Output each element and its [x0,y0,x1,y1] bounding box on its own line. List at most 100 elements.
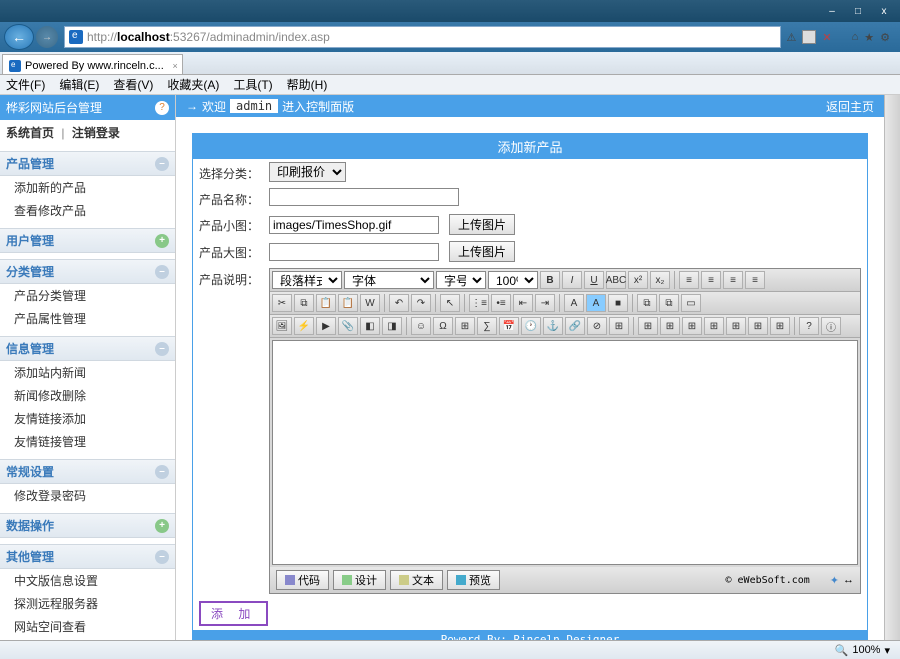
sidebar-group-header[interactable]: 信息管理– [0,336,175,361]
return-home-link[interactable]: 返回主页 [826,98,874,115]
paste-button-2[interactable]: ⧉ [659,294,679,312]
cut-button[interactable]: ✂ [272,294,292,312]
menu-view[interactable]: 查看(V) [113,76,153,93]
collapse-icon[interactable]: – [155,157,169,171]
copy-button-2[interactable]: ⧉ [637,294,657,312]
flash-button[interactable]: ⚡ [294,317,314,335]
sidebar-item[interactable]: 友情链接添加 [0,407,175,430]
tbl6-button[interactable]: ⊞ [770,317,790,335]
upload-small-button[interactable]: 上传图片 [449,214,515,235]
tab-close-button[interactable]: × [173,61,178,71]
indent-button[interactable]: ⇥ [535,294,555,312]
refresh-button[interactable] [802,30,816,44]
anchor-button[interactable]: ⚓ [543,317,563,335]
small-image-input[interactable] [269,216,439,234]
copy-button[interactable]: ⧉ [294,294,314,312]
sidebar-item[interactable]: 添加站内新闻 [0,361,175,384]
vertical-scrollbar[interactable] [884,95,900,640]
paste-button[interactable]: 📋 [316,294,336,312]
ul-button[interactable]: •≡ [491,294,511,312]
editor-canvas[interactable] [272,340,858,565]
date-button[interactable]: 📅 [499,317,519,335]
sidebar-item[interactable]: 中文版信息设置 [0,569,175,592]
backcolor-button[interactable]: A [586,294,606,312]
paste-word-button[interactable]: W [360,294,380,312]
category-select[interactable]: 印刷报价 [269,162,346,182]
eq-button[interactable]: ∑ [477,317,497,335]
symbol-button[interactable]: Ω [433,317,453,335]
editor-tab-preview[interactable]: 预览 [447,570,500,590]
tbl2-button[interactable]: ⊞ [682,317,702,335]
tbl4-button[interactable]: ⊞ [726,317,746,335]
paragraph-select[interactable]: 段落样式 [272,271,342,289]
home-icon[interactable]: ⌂ [852,31,859,43]
favorites-icon[interactable]: ★ [864,31,874,44]
editor-tab-design[interactable]: 设计 [333,570,386,590]
sidebar-group-header[interactable]: 数据操作+ [0,513,175,538]
italic-button[interactable]: I [562,271,582,289]
sidebar-item[interactable]: 查看修改产品 [0,199,175,222]
sup-button[interactable]: x² [628,271,648,289]
sidebar-item[interactable]: 新闻修改删除 [0,384,175,407]
sidebar-logout-link[interactable]: 注销登录 [72,126,120,140]
expand-icon[interactable]: + [155,519,169,533]
outdent-button[interactable]: ⇤ [513,294,533,312]
collapse-icon[interactable]: – [155,265,169,279]
sidebar-item[interactable]: 网站浏览情况 [0,638,175,640]
zoom-icon[interactable]: 🔍 [835,644,849,657]
sidebar-group-header[interactable]: 其他管理– [0,544,175,569]
redo-button[interactable]: ↷ [411,294,431,312]
tbl5-button[interactable]: ⊞ [748,317,768,335]
image-button[interactable]: 🖼 [272,317,292,335]
back-button[interactable]: ← [4,24,34,50]
map-button[interactable]: ⊞ [609,317,629,335]
underline-button[interactable]: U [584,271,604,289]
pointer-button[interactable]: ↖ [440,294,460,312]
menu-tools[interactable]: 工具(T) [233,76,272,93]
window-maximize-button[interactable]: □ [846,3,870,19]
excel-button[interactable]: ⊞ [455,317,475,335]
sidebar-group-header[interactable]: 常规设置– [0,459,175,484]
time-button[interactable]: 🕐 [521,317,541,335]
undo-button[interactable]: ↶ [389,294,409,312]
forward-button[interactable]: → [36,26,58,48]
strike-button[interactable]: ABC [606,271,626,289]
address-bar[interactable]: http://localhost:53267/adminadmin/index.… [64,26,781,48]
sidebar-group-header[interactable]: 分类管理– [0,259,175,284]
extra2-button[interactable]: ◨ [382,317,402,335]
extra1-button[interactable]: ◧ [360,317,380,335]
sidebar-item[interactable]: 网站空间查看 [0,615,175,638]
align-center-button[interactable]: ≡ [701,271,721,289]
editor-resize-icon[interactable]: ↔ [843,574,854,586]
sidebar-item[interactable]: 添加新的产品 [0,176,175,199]
collapse-icon[interactable]: – [155,465,169,479]
menu-favorites[interactable]: 收藏夹(A) [167,76,219,93]
help-icon[interactable]: ? [155,101,169,115]
sidebar-item[interactable]: 产品属性管理 [0,307,175,330]
link-button[interactable]: 🔗 [565,317,585,335]
sidebar-group-header[interactable]: 用户管理+ [0,228,175,253]
sub-button[interactable]: x₂ [650,271,670,289]
table-button[interactable]: ⊞ [638,317,658,335]
paste-text-button[interactable]: 📋 [338,294,358,312]
sidebar-item[interactable]: 产品分类管理 [0,284,175,307]
window-minimize-button[interactable]: – [820,3,844,19]
unlink-button[interactable]: ⊘ [587,317,607,335]
size-select[interactable]: 字号 [436,271,486,289]
browser-tab[interactable]: Powered By www.rinceln.c... × [2,54,183,74]
file-button[interactable]: 📎 [338,317,358,335]
sidebar-item[interactable]: 探测远程服务器 [0,592,175,615]
frame-button[interactable]: ▭ [681,294,701,312]
sidebar-group-header[interactable]: 产品管理– [0,151,175,176]
sidebar-item[interactable]: 友情链接管理 [0,430,175,453]
sidebar-item[interactable]: 修改登录密码 [0,484,175,507]
about-button[interactable]: ⓘ [821,317,841,335]
bold-button[interactable]: B [540,271,560,289]
menu-edit[interactable]: 编辑(E) [59,76,99,93]
upload-big-button[interactable]: 上传图片 [449,241,515,262]
align-right-button[interactable]: ≡ [723,271,743,289]
editor-tab-code[interactable]: 代码 [276,570,329,590]
window-close-button[interactable]: x [872,3,896,19]
settings-icon[interactable]: ⚙ [880,31,890,44]
editor-expand-icon[interactable]: ✦ [830,574,839,587]
